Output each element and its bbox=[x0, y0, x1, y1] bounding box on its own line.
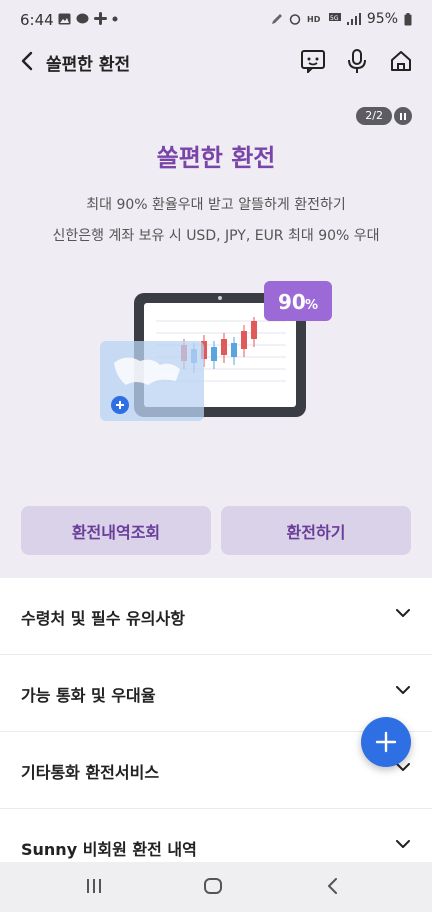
status-right: HD 5G 95% bbox=[271, 11, 412, 27]
pen-icon bbox=[271, 14, 282, 24]
back-button[interactable] bbox=[14, 48, 40, 74]
svg-text:HD: HD bbox=[307, 15, 321, 24]
system-nav-bar bbox=[0, 862, 432, 912]
battery-percent: 95% bbox=[366, 11, 398, 27]
hero-description-2: 신한은행 계좌 보유 시 USD, JPY, EUR 최대 90% 우대 bbox=[52, 228, 380, 244]
alarm-icon bbox=[289, 14, 301, 25]
status-time: 6:44 bbox=[20, 11, 54, 29]
discount-badge-unit: % bbox=[305, 298, 318, 313]
hd-voice-icon: HD bbox=[307, 15, 321, 24]
tablet-chart-illustration: 90 % bbox=[100, 281, 332, 421]
svg-text:5G: 5G bbox=[330, 15, 339, 22]
battery-icon bbox=[404, 12, 412, 25]
home-button[interactable] bbox=[386, 46, 416, 76]
page-indicator: 2/2 bbox=[356, 107, 392, 125]
accordion-label: Sunny 비회원 환전 내역 bbox=[21, 840, 197, 859]
hero-description-1: 최대 90% 환율우대 받고 알뜰하게 환전하기 bbox=[86, 197, 346, 213]
accordion-item-pickup-notice[interactable]: 수령처 및 필수 유의사항 bbox=[0, 578, 432, 655]
recent-apps-icon[interactable] bbox=[85, 878, 103, 894]
signal-icon bbox=[346, 13, 361, 25]
page-title: 쏠편한 환전 bbox=[46, 55, 131, 75]
home-nav-icon[interactable] bbox=[204, 878, 222, 894]
slack-icon bbox=[94, 12, 107, 25]
chevron-down-icon bbox=[396, 686, 410, 694]
discount-badge: 90 bbox=[278, 290, 306, 314]
accordion-label: 가능 통화 및 우대율 bbox=[21, 686, 156, 705]
dot-icon bbox=[112, 16, 118, 21]
appbar-actions bbox=[298, 46, 416, 76]
voice-button[interactable] bbox=[342, 46, 372, 76]
chatbot-button[interactable] bbox=[298, 46, 328, 76]
chatbot-icon bbox=[301, 50, 325, 73]
accordion-label: 기타통화 환전서비스 bbox=[21, 763, 160, 782]
plus-icon bbox=[375, 731, 397, 753]
chevron-down-icon bbox=[396, 840, 410, 848]
chevron-down-icon bbox=[396, 609, 410, 617]
pause-icon bbox=[400, 112, 402, 120]
accordion-item-currencies-rates[interactable]: 가능 통화 및 우대율 bbox=[0, 655, 432, 732]
gallery-icon bbox=[58, 13, 71, 24]
chevron-down-icon bbox=[396, 763, 410, 771]
mic-icon bbox=[348, 49, 366, 73]
status-notification-icons bbox=[58, 12, 118, 25]
hero-button-row: 환전내역조회 환전하기 bbox=[21, 506, 411, 555]
home-icon bbox=[391, 51, 411, 71]
back-nav-icon[interactable] bbox=[326, 878, 340, 894]
back-icon bbox=[21, 51, 33, 71]
exchange-button[interactable]: 환전하기 bbox=[221, 506, 411, 555]
chat-icon bbox=[76, 13, 89, 23]
app-bar: 쏠편한 환전 bbox=[0, 38, 432, 86]
5g-icon: 5G bbox=[328, 13, 341, 22]
floating-add-button[interactable] bbox=[361, 717, 411, 767]
accordion-label: 수령처 및 필수 유의사항 bbox=[21, 609, 185, 628]
status-bar: 6:44 HD 5G 95% bbox=[0, 0, 432, 38]
exchange-history-button[interactable]: 환전내역조회 bbox=[21, 506, 211, 555]
hero-title: 쏠편한 환전 bbox=[156, 144, 276, 172]
pause-button[interactable] bbox=[394, 107, 412, 125]
hero-banner: 2/2 쏠편한 환전 최대 90% 환율우대 받고 알뜰하게 환전하기 신한은행… bbox=[0, 86, 432, 578]
